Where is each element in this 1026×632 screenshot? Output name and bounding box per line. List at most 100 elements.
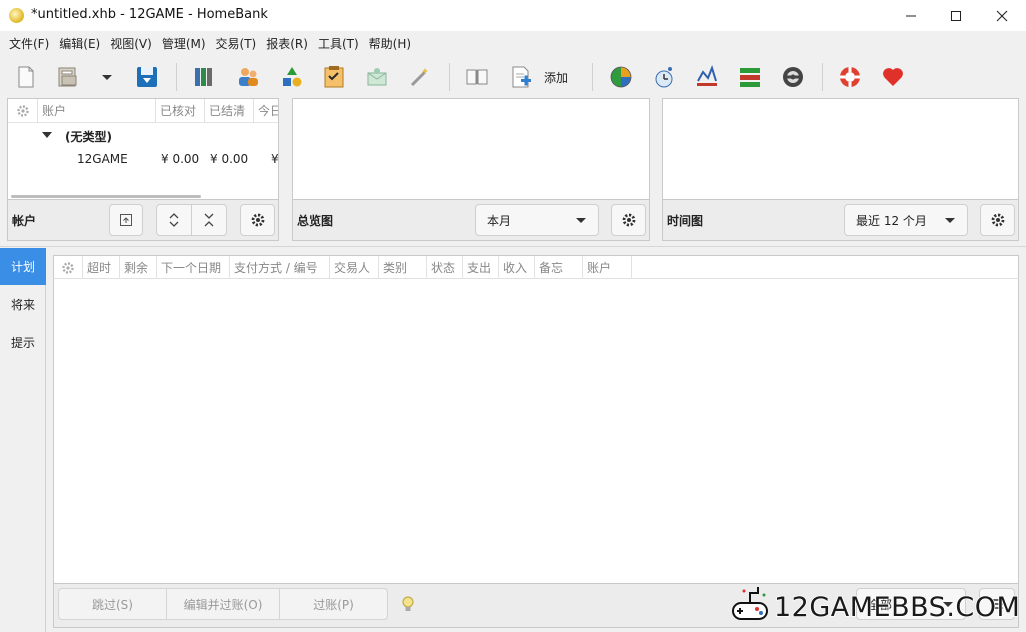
menu-reports[interactable]: 报表(R) [261, 35, 313, 52]
expander-arrow-icon[interactable] [42, 132, 52, 138]
toolbar-separator [449, 63, 450, 91]
budget-icon[interactable] [365, 65, 389, 89]
gear-icon [251, 213, 264, 227]
categories-icon[interactable] [280, 65, 304, 89]
account-group-label[interactable]: (无类型) [65, 128, 112, 145]
watermark-text: 12GAMEBBS.COM [773, 591, 1021, 624]
recent-dropdown-icon[interactable] [98, 68, 116, 86]
add-transaction-icon[interactable] [509, 65, 533, 89]
account-reconciled-value: ¥ 0.00 [161, 152, 200, 166]
payees-icon[interactable] [236, 65, 260, 89]
skip-button[interactable]: 跳过(S) [58, 588, 167, 620]
column-header-status[interactable]: 状态 [427, 256, 463, 279]
tab-scheduled[interactable]: 计划 [0, 248, 46, 285]
accounts-panel-footer: 帐户 [7, 200, 279, 241]
balance-icon[interactable] [695, 65, 719, 89]
column-header-reconciled[interactable]: 已核对 [156, 99, 205, 122]
schedule-column-settings-button[interactable] [54, 256, 83, 279]
column-header-remaining[interactable]: 剩余 [120, 256, 157, 279]
assignments-icon[interactable] [408, 65, 432, 89]
column-settings-button[interactable] [8, 99, 38, 122]
column-header-memo[interactable]: 备忘 [535, 256, 583, 279]
save-icon[interactable] [135, 65, 159, 89]
chevron-down-icon [576, 218, 586, 223]
summary-chart-panel [292, 98, 650, 200]
open-account-button[interactable] [109, 204, 143, 236]
account-name[interactable]: 12GAME [77, 152, 128, 166]
accounts-panel-title: 帐户 [12, 214, 37, 228]
add-transaction-label[interactable]: 添加 [544, 69, 568, 86]
vehicle-cost-icon[interactable] [781, 65, 805, 89]
toolbar-separator [822, 63, 823, 91]
gear-icon [16, 104, 29, 117]
watermark: 12GAMEBBS.COM [730, 583, 1026, 632]
accounts-settings-button[interactable] [240, 204, 275, 236]
menu-edit[interactable]: 编辑(E) [54, 35, 105, 52]
homebank-app-icon [9, 8, 24, 23]
show-register-icon[interactable] [465, 65, 489, 89]
header-divider [8, 122, 278, 123]
summary-range-value: 本月 [487, 213, 512, 228]
column-header-account[interactable]: 账户 [38, 99, 156, 122]
new-file-icon[interactable] [14, 65, 38, 89]
column-header-expense[interactable]: 支出 [463, 256, 499, 279]
tab-future[interactable]: 将来 [0, 286, 46, 323]
close-icon [996, 10, 1008, 21]
schedule-list-header: 超时 剩余 下一个日期 支付方式 / 编号 交易人 类别 状态 支出 收入 备忘… [53, 255, 1019, 279]
maximize-button[interactable] [933, 0, 979, 31]
statistics-icon[interactable] [609, 65, 633, 89]
column-header-income[interactable]: 收入 [499, 256, 535, 279]
schedule-list[interactable] [53, 279, 1019, 584]
title-bar: *untitled.xhb - 12GAME - HomeBank [0, 0, 1026, 31]
collapse-icon [204, 213, 214, 227]
menu-bar: 文件(F) 编辑(E) 视图(V) 管理(M) 交易(T) 报表(R) 工具(T… [0, 31, 1026, 56]
scheduled-icon[interactable] [322, 65, 346, 89]
summary-range-select[interactable]: 本月 [475, 204, 599, 236]
window-title: *untitled.xhb - 12GAME - HomeBank [31, 7, 268, 22]
minimize-button[interactable] [888, 0, 934, 31]
column-header-payment-number[interactable]: 支付方式 / 编号 [230, 256, 330, 279]
help-icon[interactable] [838, 65, 862, 89]
minimize-icon [906, 15, 916, 16]
account-today-value: ¥ [271, 152, 279, 166]
column-header-next-date[interactable]: 下一个日期 [157, 256, 230, 279]
menu-manage[interactable]: 管理(M) [157, 35, 211, 52]
menu-help[interactable]: 帮助(H) [364, 35, 416, 52]
tab-reminders[interactable]: 提示 [0, 324, 46, 361]
trend-icon[interactable] [652, 65, 676, 89]
edit-and-post-button[interactable]: 编辑并过账(O) [166, 588, 280, 620]
time-chart-settings-button[interactable] [980, 204, 1015, 236]
lightbulb-icon [402, 596, 414, 611]
time-chart-range-select[interactable]: 最近 12 个月 [844, 204, 968, 236]
time-chart-panel-title: 时间图 [667, 214, 704, 228]
column-header-late[interactable]: 超时 [83, 256, 120, 279]
column-header-cleared[interactable]: 已结清 [205, 99, 254, 122]
collapse-all-button[interactable] [191, 204, 227, 236]
post-button[interactable]: 过账(P) [279, 588, 388, 620]
accounts-icon[interactable] [193, 65, 217, 89]
expand-icon [169, 213, 179, 227]
budget-report-icon[interactable] [738, 65, 762, 89]
donate-icon[interactable] [881, 65, 905, 89]
column-header-account[interactable]: 账户 [583, 256, 632, 279]
menu-view[interactable]: 视图(V) [105, 35, 157, 52]
column-header-category[interactable]: 类别 [379, 256, 427, 279]
bottom-sidebar: 计划 将来 提示 [0, 248, 46, 632]
pane-divider[interactable] [0, 246, 1026, 247]
column-header-today[interactable]: 今日 [254, 99, 278, 122]
gear-icon [622, 213, 635, 227]
open-register-icon [120, 214, 132, 226]
maximize-icon [951, 10, 961, 21]
menu-file[interactable]: 文件(F) [4, 35, 54, 52]
open-folder-icon[interactable] [56, 65, 80, 89]
gamepad-logo-icon [732, 587, 768, 620]
summary-settings-button[interactable] [611, 204, 646, 236]
gear-icon [62, 261, 74, 274]
menu-transaction[interactable]: 交易(T) [211, 35, 262, 52]
close-button[interactable] [979, 0, 1025, 31]
menu-tools[interactable]: 工具(T) [313, 35, 364, 52]
account-cleared-value: ¥ 0.00 [210, 152, 249, 166]
column-header-payee[interactable]: 交易人 [330, 256, 379, 279]
horizontal-scrollbar[interactable] [11, 195, 201, 198]
expand-all-button[interactable] [156, 204, 192, 236]
